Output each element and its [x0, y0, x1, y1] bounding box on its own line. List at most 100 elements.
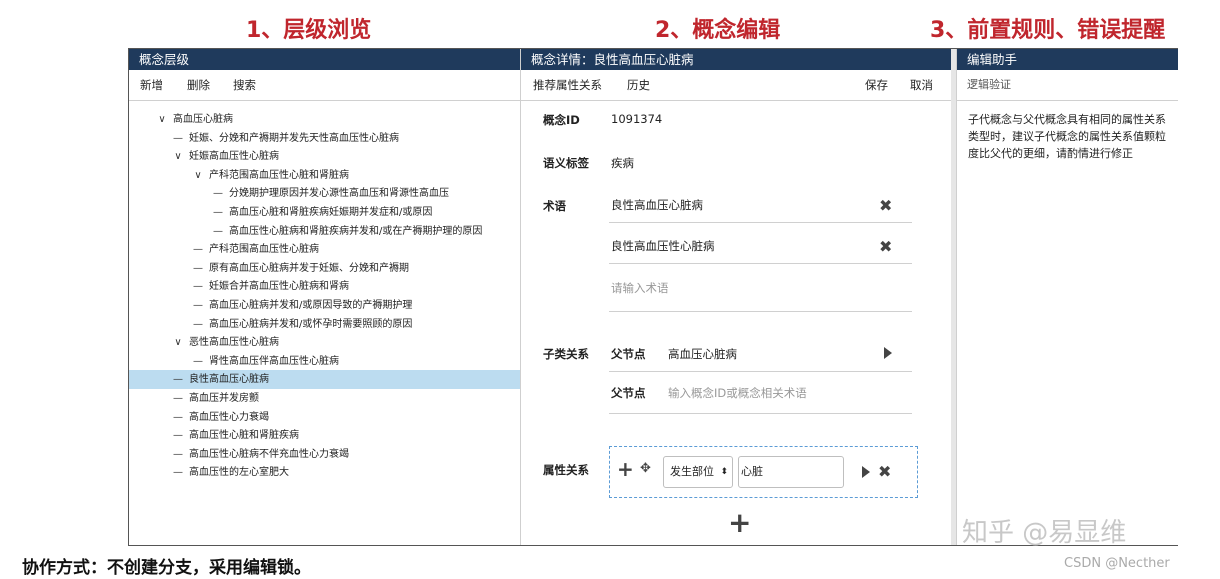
dash-icon: — — [213, 188, 223, 200]
play-icon[interactable] — [862, 466, 870, 478]
tree-node[interactable]: — 高血压心脏病并发和/或怀孕时需要照顾的原因 — [191, 315, 412, 334]
chevron-down-icon[interactable]: ∨ — [171, 147, 185, 166]
details-toolbar: 推荐属性关系 历史 保存 取消 — [521, 70, 951, 101]
dash-icon: — — [173, 448, 183, 460]
details-panel: 概念详情：良性高血压心脏病 推荐属性关系 历史 保存 取消 概念ID 10913… — [521, 49, 951, 545]
watermark: 知乎 @易显维 — [962, 518, 1127, 548]
term-input[interactable]: 请输入术语 — [611, 280, 669, 296]
dash-icon: — — [193, 244, 203, 256]
tree-node[interactable]: — 妊娠合并高血压性心脏病和肾病 — [191, 277, 349, 296]
hierarchy-panel: 概念层级 新增 删除 搜索 ∨ 高血压心脏病 — 妊娠、分娩和产褥期并发先天性高血压性… — [129, 49, 521, 545]
add-relationship-icon[interactable]: + — [728, 509, 751, 537]
dash-icon: — — [193, 281, 203, 293]
heading-hierarchy: 1、层级浏览 — [246, 18, 372, 43]
recommend-attributes-button[interactable]: 推荐属性关系 — [533, 70, 602, 100]
heading-rules: 3、前置规则、错误提醒 — [930, 18, 1166, 43]
parent-label-2: 父节点 — [611, 386, 646, 400]
concept-id-label: 概念ID — [543, 113, 580, 127]
parent-value[interactable]: 高血压心脏病 — [668, 346, 737, 362]
save-button[interactable]: 保存 — [865, 70, 888, 100]
tree-node-label: 高血压心脏病并发和/或怀孕时需要照顾的原因 — [209, 318, 413, 330]
hierarchy-toolbar: 新增 删除 搜索 — [129, 70, 520, 101]
parent-label: 父节点 — [611, 347, 646, 361]
tree-node[interactable]: — 原有高血压心脏病并发于妊娠、分娩和产褥期 — [191, 259, 409, 278]
tree-node-label: 高血压性心脏和肾脏疾病 — [189, 430, 299, 442]
dash-icon: — — [213, 225, 223, 237]
tree-node-label: 良性高血压心脏病 — [189, 374, 269, 386]
term-field[interactable]: 良性高血压性心脏病 — [611, 238, 715, 254]
attribute-group: + ✥ 发生部位 ⬍ 心脏 ✖ — [609, 446, 918, 498]
heading-editing: 2、概念编辑 — [655, 18, 781, 43]
tree-node-label: 原有高血压心脏病并发于妊娠、分娩和产褥期 — [209, 262, 409, 274]
collaboration-note: 协作方式：不创建分支，采用编辑锁。 — [22, 558, 311, 578]
remove-term-icon[interactable]: ✖ — [879, 239, 892, 255]
assistant-title: 编辑助手 — [957, 49, 1178, 70]
tree-node[interactable]: — 高血压心脏和肾脏疾病妊娠期并发症和/或原因 — [211, 203, 432, 222]
chevron-down-icon[interactable]: ∨ — [191, 166, 205, 185]
term-underline — [609, 311, 912, 312]
tree-node-label: 高血压性心脏病和肾脏疾病并发和/或在产褥期护理的原因 — [229, 225, 483, 237]
semantic-tag-label: 语义标签 — [543, 156, 589, 170]
tree-node[interactable]: — 高血压性的左心室肥大 — [171, 463, 289, 482]
watermark-csdn: CSDN @Necther — [1064, 556, 1170, 571]
term-underline — [609, 263, 912, 264]
play-icon[interactable] — [884, 347, 892, 359]
move-icon[interactable]: ✥ — [640, 461, 651, 477]
tree-node[interactable]: — 妊娠、分娩和产褥期并发先天性高血压性心脏病 — [171, 129, 399, 148]
dash-icon: — — [213, 207, 223, 218]
dash-icon: — — [193, 355, 203, 367]
search-button[interactable]: 搜索 — [233, 70, 256, 100]
tree-node-expanded[interactable]: ∨ 产科范围高血压性心脏和肾脏病 — [191, 166, 349, 185]
details-title: 概念详情：良性高血压心脏病 — [521, 49, 951, 70]
remove-term-icon[interactable]: ✖ — [879, 198, 892, 214]
remove-attribute-icon[interactable]: ✖ — [878, 464, 891, 480]
tree-node[interactable]: — 产科范围高血压性心脏病 — [191, 240, 319, 259]
chevron-down-icon[interactable]: ∨ — [155, 110, 169, 129]
history-button[interactable]: 历史 — [627, 70, 650, 100]
dash-icon: — — [193, 318, 203, 330]
attribute-type-select[interactable]: 发生部位 ⬍ — [663, 456, 733, 488]
dash-icon: — — [173, 430, 183, 442]
tree-node-label: 高血压心脏病 — [173, 114, 233, 125]
app-window: 概念层级 新增 删除 搜索 ∨ 高血压心脏病 — 妊娠、分娩和产褥期并发先天性高血压性… — [128, 48, 1178, 546]
add-attribute-icon[interactable]: + — [617, 459, 634, 479]
semantic-tag-value: 疾病 — [611, 156, 634, 170]
tree-node[interactable]: — 高血压性心脏和肾脏疾病 — [171, 426, 299, 445]
dash-icon: — — [173, 393, 183, 404]
dash-icon: — — [173, 374, 183, 386]
cancel-button[interactable]: 取消 — [910, 70, 933, 100]
tree-node-label: 高血压性的左心室肥大 — [189, 467, 289, 479]
tree-node-label: 产科范围高血压性心脏和肾脏病 — [209, 169, 349, 181]
tree-node[interactable]: — 良性高血压心脏病 — [129, 370, 520, 390]
dash-icon: — — [173, 467, 183, 479]
tree-node[interactable]: — 高血压性心脏病不伴充血性心力衰竭 — [171, 445, 349, 464]
parent-underline — [609, 413, 912, 414]
tree-node-label: 产科范围高血压性心脏病 — [209, 244, 319, 256]
attribute-label: 属性关系 — [543, 463, 589, 477]
term-field[interactable]: 良性高血压心脏病 — [611, 197, 703, 213]
tree-node-label: 妊娠高血压性心脏病 — [189, 151, 279, 163]
tree-node[interactable]: — 高血压性心脏病和肾脏疾病并发和/或在产褥期护理的原因 — [211, 222, 482, 241]
tree-node[interactable]: — 高血压性心力衰竭 — [171, 408, 269, 427]
tree-node-expanded[interactable]: ∨ 高血压心脏病 — [155, 110, 233, 129]
tree-node-label: 妊娠合并高血压性心脏病和肾病 — [209, 281, 349, 293]
tree-node[interactable]: — 高血压并发房颤 — [171, 389, 259, 408]
chevron-down-icon[interactable]: ∨ — [171, 333, 185, 352]
tree-node-expanded[interactable]: ∨ 妊娠高血压性心脏病 — [171, 147, 279, 166]
delete-button[interactable]: 删除 — [187, 70, 210, 100]
parent-input[interactable]: 输入概念ID或概念相关术语 — [668, 385, 807, 401]
tree-node-label: 恶性高血压性心脏病 — [189, 337, 279, 349]
tree-node-expanded[interactable]: ∨ 恶性高血压性心脏病 — [171, 333, 279, 352]
hierarchy-title: 概念层级 — [129, 49, 520, 70]
logic-validation-tab[interactable]: 逻辑验证 — [957, 70, 1178, 101]
tree-node-label: 高血压心脏病并发和/或原因导致的产褥期护理 — [209, 300, 413, 311]
terms-label: 术语 — [543, 199, 566, 213]
tree-node-label: 肾性高血压伴高血压性心脏病 — [209, 355, 339, 367]
attribute-value-input[interactable]: 心脏 — [738, 456, 844, 488]
validation-message: 子代概念与父代概念具有相同的属性关系类型时，建议子代概念的属性关系值颗粒度比父代… — [968, 113, 1166, 160]
add-button[interactable]: 新增 — [140, 70, 163, 100]
tree-node[interactable]: — 高血压心脏病并发和/或原因导致的产褥期护理 — [191, 296, 412, 315]
tree-node[interactable]: — 肾性高血压伴高血压性心脏病 — [191, 352, 339, 371]
tree-node-label: 高血压性心脏病不伴充血性心力衰竭 — [189, 448, 349, 460]
tree-node[interactable]: — 分娩期护理原因并发心源性高血压和肾源性高血压 — [211, 184, 449, 203]
